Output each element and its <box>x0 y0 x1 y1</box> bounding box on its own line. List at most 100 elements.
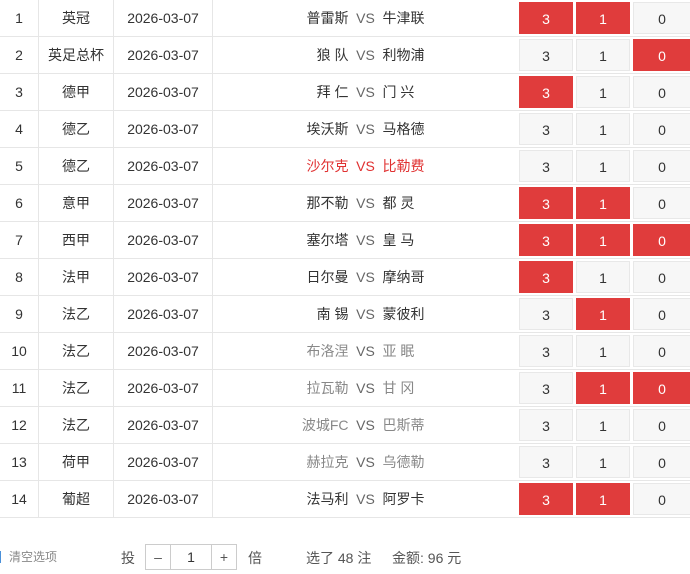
option-win-button[interactable]: 3 <box>519 409 573 441</box>
option-draw-button[interactable]: 1 <box>576 76 630 108</box>
option-win-button[interactable]: 3 <box>519 224 573 256</box>
option-loss-button[interactable]: 0 <box>633 224 690 256</box>
row-number: 12 <box>0 406 39 444</box>
option-draw-button[interactable]: 1 <box>576 483 630 515</box>
match-date: 2026-03-07 <box>113 443 213 481</box>
option-draw-button[interactable]: 1 <box>576 2 630 34</box>
match-teams: 拉瓦勒 VS 甘 冈 <box>212 369 518 407</box>
match-teams: 赫拉克 VS 乌德勒 <box>212 443 518 481</box>
match-teams: 拜 仁 VS 门 兴 <box>212 73 518 111</box>
league-name: 葡超 <box>38 480 114 518</box>
vs-label: VS <box>356 195 375 211</box>
match-teams: 法马利 VS 阿罗卡 <box>212 480 518 518</box>
clear-options-button[interactable]: 清空选项 <box>0 548 57 565</box>
option-cell: 3 <box>518 332 575 370</box>
option-draw-button[interactable]: 1 <box>576 224 630 256</box>
option-win-button[interactable]: 3 <box>519 261 573 293</box>
option-draw-button[interactable]: 1 <box>576 187 630 219</box>
match-date: 2026-03-07 <box>113 184 213 222</box>
option-win-button[interactable]: 3 <box>519 2 573 34</box>
home-team: 拉瓦勒 <box>306 380 349 396</box>
option-loss-button[interactable]: 0 <box>633 372 690 404</box>
option-loss-button[interactable]: 0 <box>633 187 690 219</box>
option-win-button[interactable]: 3 <box>519 76 573 108</box>
option-draw-button[interactable]: 1 <box>576 113 630 145</box>
decrement-button[interactable]: – <box>146 545 171 569</box>
option-cell: 0 <box>632 73 690 111</box>
option-loss-button[interactable]: 0 <box>633 2 690 34</box>
option-loss-button[interactable]: 0 <box>633 446 690 478</box>
option-win-button[interactable]: 3 <box>519 483 573 515</box>
option-win-button[interactable]: 3 <box>519 113 573 145</box>
option-loss-button[interactable]: 0 <box>633 261 690 293</box>
option-draw-button[interactable]: 1 <box>576 335 630 367</box>
option-draw-button[interactable]: 1 <box>576 409 630 441</box>
multiplier-input[interactable] <box>171 545 211 569</box>
option-loss-button[interactable]: 0 <box>633 113 690 145</box>
match-teams: 南 锡 VS 蒙彼利 <box>212 295 518 333</box>
match-teams: 波城FC VS 巴斯蒂 <box>212 406 518 444</box>
option-cell: 3 <box>518 369 575 407</box>
home-team: 布洛涅 <box>306 343 349 359</box>
bet-footer: 清空选项 投 – + 倍 选了 48 注 金额: 96 元 <box>0 540 690 574</box>
clear-options-label: 清空选项 <box>9 550 58 564</box>
option-loss-button[interactable]: 0 <box>633 409 690 441</box>
option-win-button[interactable]: 3 <box>519 372 573 404</box>
option-cell: 3 <box>518 147 575 185</box>
option-win-button[interactable]: 3 <box>519 39 573 71</box>
row-number: 4 <box>0 110 39 148</box>
option-win-button[interactable]: 3 <box>519 187 573 219</box>
match-row: 8 法甲 2026-03-07 日尔曼 VS 摩纳哥 3 1 0 <box>0 258 690 296</box>
option-loss-button[interactable]: 0 <box>633 39 690 71</box>
away-team: 门 兴 <box>382 84 415 100</box>
league-name: 德乙 <box>38 147 114 185</box>
option-draw-button[interactable]: 1 <box>576 372 630 404</box>
option-cell: 0 <box>632 480 690 518</box>
away-team: 牛津联 <box>382 10 425 26</box>
option-loss-button[interactable]: 0 <box>633 150 690 182</box>
option-win-button[interactable]: 3 <box>519 335 573 367</box>
option-cell: 3 <box>518 295 575 333</box>
vs-label: VS <box>356 343 375 359</box>
vs-label: VS <box>356 84 375 100</box>
match-date: 2026-03-07 <box>113 480 213 518</box>
option-win-button[interactable]: 3 <box>519 298 573 330</box>
match-row: 5 德乙 2026-03-07 沙尔克 VS 比勒费 3 1 0 <box>0 147 690 185</box>
match-row: 6 意甲 2026-03-07 那不勒 VS 都 灵 310 <box>0 184 690 222</box>
option-draw-button[interactable]: 1 <box>576 446 630 478</box>
away-team: 摩纳哥 <box>382 269 425 285</box>
option-cell: 0 <box>632 0 690 37</box>
league-name: 德乙 <box>38 110 114 148</box>
match-row: 9 法乙 2026-03-07 南 锡 VS 蒙彼利 3 1 0 <box>0 295 690 333</box>
times-label: 倍 <box>248 550 262 566</box>
option-draw-button[interactable]: 1 <box>576 261 630 293</box>
option-win-button[interactable]: 3 <box>519 150 573 182</box>
option-draw-button[interactable]: 1 <box>576 39 630 71</box>
option-loss-button[interactable]: 0 <box>633 76 690 108</box>
match-date: 2026-03-07 <box>113 258 213 296</box>
row-number: 10 <box>0 332 39 370</box>
option-loss-button[interactable]: 0 <box>633 335 690 367</box>
match-teams: 日尔曼 VS 摩纳哥 <box>212 258 518 296</box>
increment-button[interactable]: + <box>211 545 236 569</box>
multiplier-label: 投 <box>121 550 135 566</box>
home-team: 波城FC <box>301 417 349 433</box>
option-loss-button[interactable]: 0 <box>633 483 690 515</box>
option-cell: 1 <box>575 147 632 185</box>
vs-label: VS <box>356 269 375 285</box>
league-name: 英足总杯 <box>38 36 114 74</box>
home-team: 那不勒 <box>306 195 349 211</box>
home-team: 赫拉克 <box>306 454 349 470</box>
option-cell: 3 <box>518 184 575 222</box>
option-cell: 0 <box>632 110 690 148</box>
option-cell: 1 <box>575 332 632 370</box>
selection-summary: 选了 48 注 <box>306 550 372 566</box>
match-row: 10 法乙 2026-03-07 布洛涅 VS 亚 眠310 <box>0 332 690 370</box>
match-date: 2026-03-07 <box>113 0 213 37</box>
option-loss-button[interactable]: 0 <box>633 298 690 330</box>
option-win-button[interactable]: 3 <box>519 446 573 478</box>
option-draw-button[interactable]: 1 <box>576 298 630 330</box>
row-number: 1 <box>0 0 39 37</box>
league-name: 法乙 <box>38 332 114 370</box>
option-draw-button[interactable]: 1 <box>576 150 630 182</box>
